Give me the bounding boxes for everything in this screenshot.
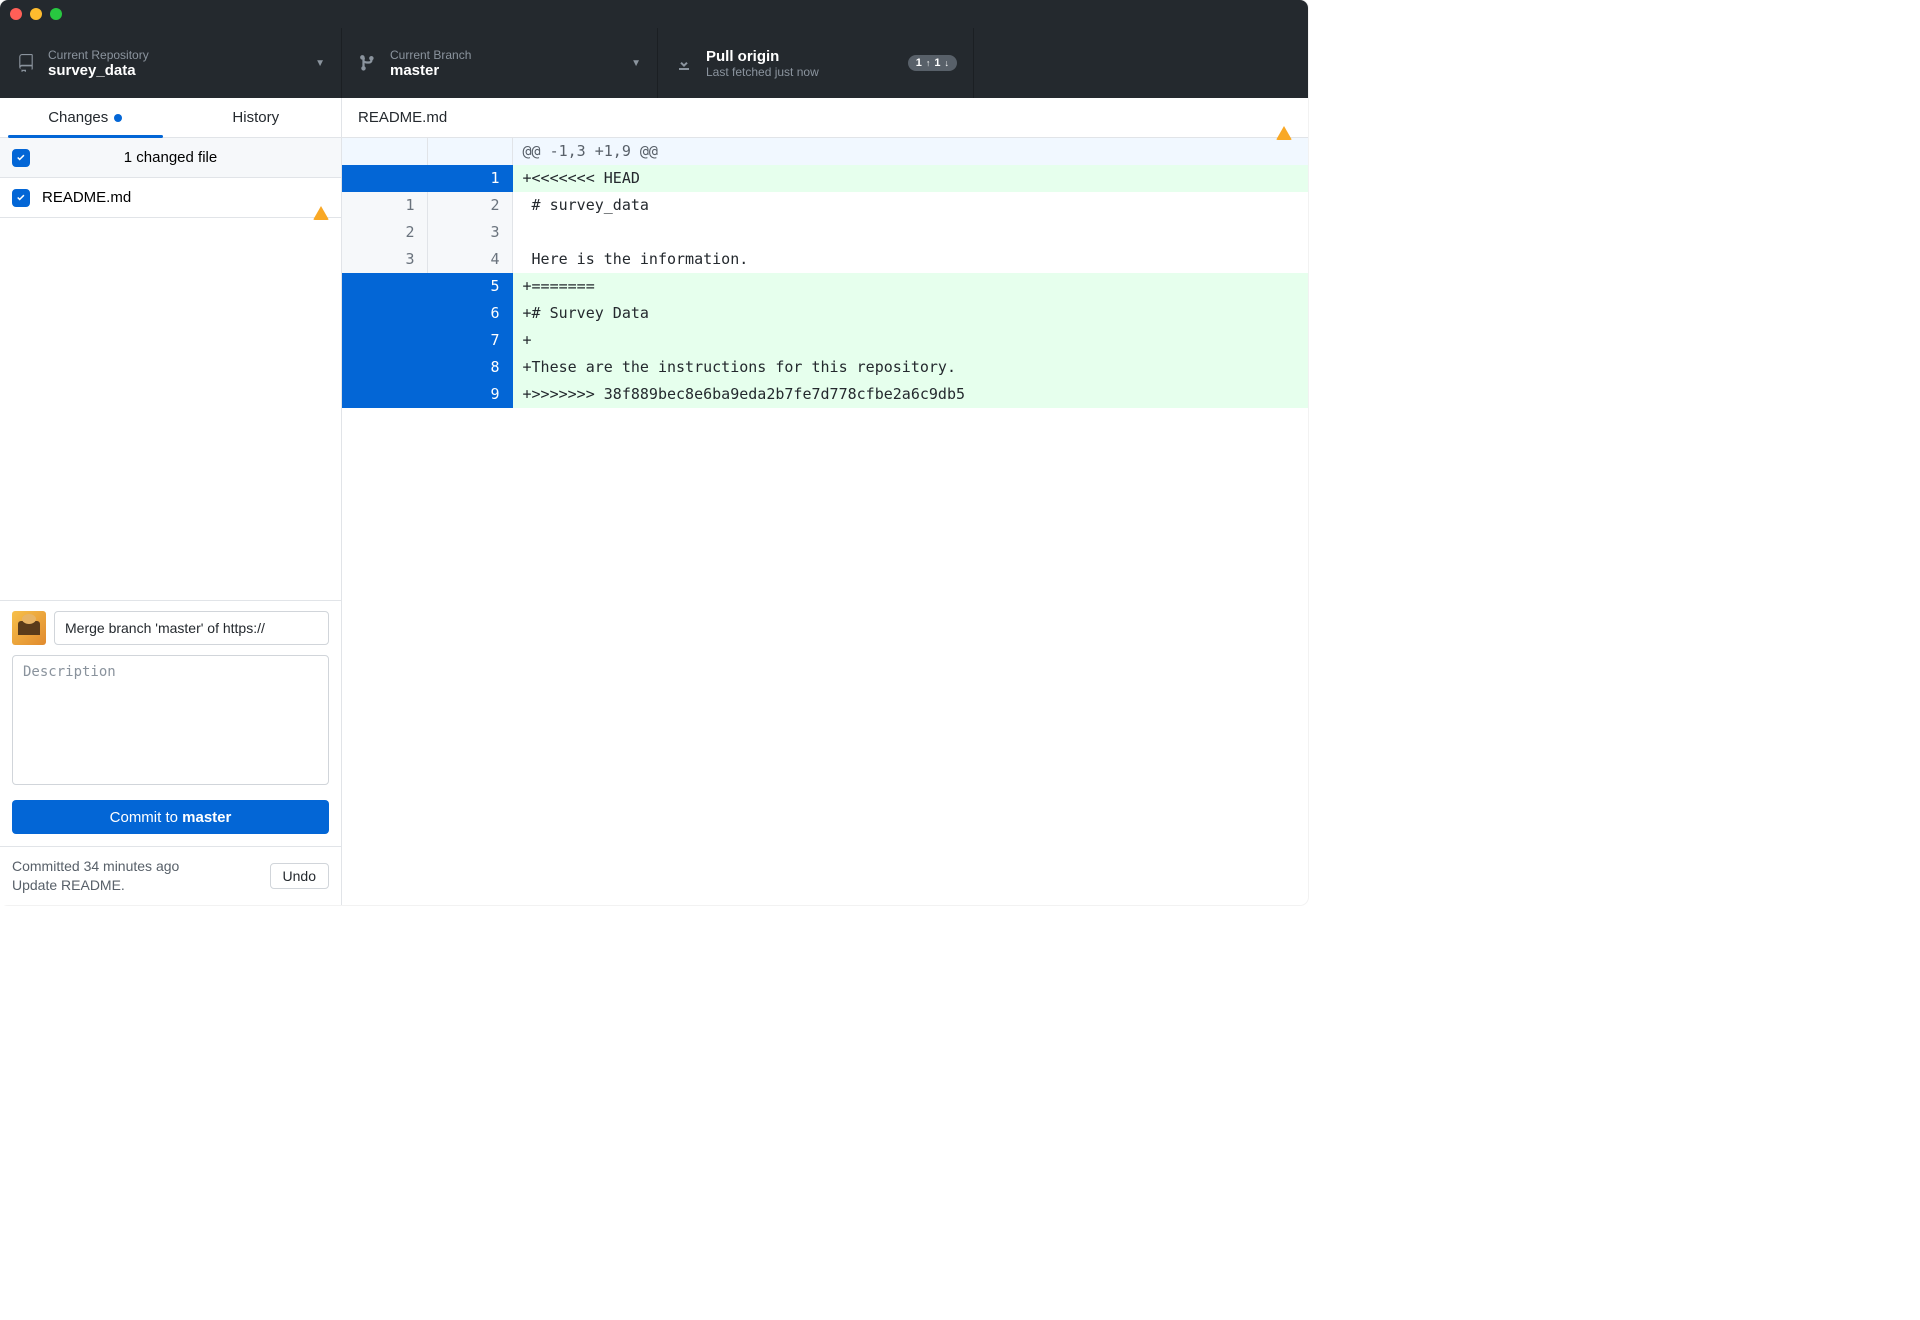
diff-line-text: # survey_data: [512, 192, 1308, 219]
minimize-window-icon[interactable]: [30, 8, 42, 20]
tab-changes[interactable]: Changes: [0, 98, 171, 137]
diff-hunk-header: @@ -1,3 +1,9 @@: [512, 138, 1308, 165]
changes-indicator-dot: [114, 114, 122, 122]
diff-filename: README.md: [358, 109, 447, 126]
diff-line-text: +# Survey Data: [512, 300, 1308, 327]
diff-line-text: +>>>>>>> 38f889bec8e6ba9eda2b7fe7d778cfb…: [512, 381, 1308, 408]
arrow-up-icon: ↑: [926, 58, 931, 68]
diff-line[interactable]: 8+These are the instructions for this re…: [342, 354, 1308, 381]
diff-line[interactable]: 1+<<<<<<< HEAD: [342, 165, 1308, 192]
new-line-num: 8: [427, 354, 512, 381]
old-line-num: 2: [342, 219, 427, 246]
sidebar: Changes History 1 changed file README.md…: [0, 98, 342, 905]
file-item[interactable]: README.md: [0, 178, 341, 218]
new-line-num: 1: [427, 165, 512, 192]
diff-line[interactable]: 6+# Survey Data: [342, 300, 1308, 327]
commit-button-prefix: Commit to: [110, 809, 183, 826]
pull-label: Pull origin: [706, 48, 819, 65]
commit-button[interactable]: Commit to master: [12, 800, 329, 834]
old-line-num: 1: [342, 192, 427, 219]
behind-count: 1: [934, 57, 940, 69]
sidebar-tabs: Changes History: [0, 98, 341, 138]
new-line-num: 3: [427, 219, 512, 246]
file-checkbox[interactable]: [12, 189, 30, 207]
old-line-num: [342, 165, 427, 192]
diff-line-text: +These are the instructions for this rep…: [512, 354, 1308, 381]
conflict-warning-icon: [313, 189, 329, 206]
diff-line[interactable]: 12 # survey_data: [342, 192, 1308, 219]
branch-switcher[interactable]: Current Branch master ▼: [342, 28, 658, 98]
diff-line-text: [512, 219, 1308, 246]
tab-history-label: History: [232, 109, 279, 126]
diff-content: @@ -1,3 +1,9 @@1+<<<<<<< HEAD12 # survey…: [342, 138, 1308, 408]
new-line-num: 6: [427, 300, 512, 327]
new-line-num: 5: [427, 273, 512, 300]
new-line-num: 7: [427, 327, 512, 354]
branch-value: master: [390, 62, 471, 79]
chevron-down-icon: ▼: [315, 58, 325, 69]
old-line-num: [342, 381, 427, 408]
repo-icon: [16, 54, 36, 72]
diff-header: README.md: [342, 98, 1308, 138]
changes-header: 1 changed file: [0, 138, 341, 178]
ahead-count: 1: [916, 57, 922, 69]
diff-line[interactable]: 34 Here is the information.: [342, 246, 1308, 273]
status-message: Update README.: [12, 876, 179, 895]
chevron-down-icon: ▼: [631, 58, 641, 69]
tab-changes-label: Changes: [48, 109, 108, 126]
download-icon: [674, 55, 694, 71]
pull-count-badge: 1↑ 1↓: [908, 55, 957, 71]
avatar: [12, 611, 46, 645]
new-line-num: 2: [427, 192, 512, 219]
commit-description-input[interactable]: [12, 655, 329, 785]
diff-line-text: Here is the information.: [512, 246, 1308, 273]
old-line-num: [342, 300, 427, 327]
pull-origin-button[interactable]: Pull origin Last fetched just now 1↑ 1↓: [658, 28, 974, 98]
old-line-num: [342, 327, 427, 354]
zoom-window-icon[interactable]: [50, 8, 62, 20]
conflict-warning-icon: [1276, 109, 1292, 126]
diff-panel: README.md @@ -1,3 +1,9 @@1+<<<<<<< HEAD1…: [342, 98, 1308, 905]
branch-label: Current Branch: [390, 48, 471, 62]
new-line-num: 4: [427, 246, 512, 273]
last-commit-status: Committed 34 minutes ago Update README. …: [0, 846, 341, 905]
commit-button-branch: master: [182, 809, 231, 826]
commit-summary-input[interactable]: [54, 611, 329, 645]
diff-line[interactable]: 9+>>>>>>> 38f889bec8e6ba9eda2b7fe7d778cf…: [342, 381, 1308, 408]
pull-sub: Last fetched just now: [706, 65, 819, 79]
repo-label: Current Repository: [48, 48, 149, 62]
old-line-num: [342, 273, 427, 300]
arrow-down-icon: ↓: [945, 58, 950, 68]
file-name: README.md: [42, 189, 131, 206]
diff-line[interactable]: 5+=======: [342, 273, 1308, 300]
window-titlebar: [0, 0, 1308, 28]
diff-line[interactable]: 7+: [342, 327, 1308, 354]
undo-button[interactable]: Undo: [270, 863, 329, 889]
old-line-num: 3: [342, 246, 427, 273]
status-time: Committed 34 minutes ago: [12, 857, 179, 876]
diff-line-text: +<<<<<<< HEAD: [512, 165, 1308, 192]
repo-value: survey_data: [48, 62, 149, 79]
new-line-num: 9: [427, 381, 512, 408]
commit-form: Commit to master: [0, 600, 341, 846]
old-line-num: [342, 354, 427, 381]
repo-switcher[interactable]: Current Repository survey_data ▼: [0, 28, 342, 98]
tab-history[interactable]: History: [171, 98, 342, 137]
diff-line-text: +: [512, 327, 1308, 354]
close-window-icon[interactable]: [10, 8, 22, 20]
toolbar: Current Repository survey_data ▼ Current…: [0, 28, 1308, 98]
diff-line[interactable]: 23: [342, 219, 1308, 246]
git-branch-icon: [358, 54, 378, 72]
diff-line-text: +=======: [512, 273, 1308, 300]
changes-count-label: 1 changed file: [12, 149, 329, 166]
